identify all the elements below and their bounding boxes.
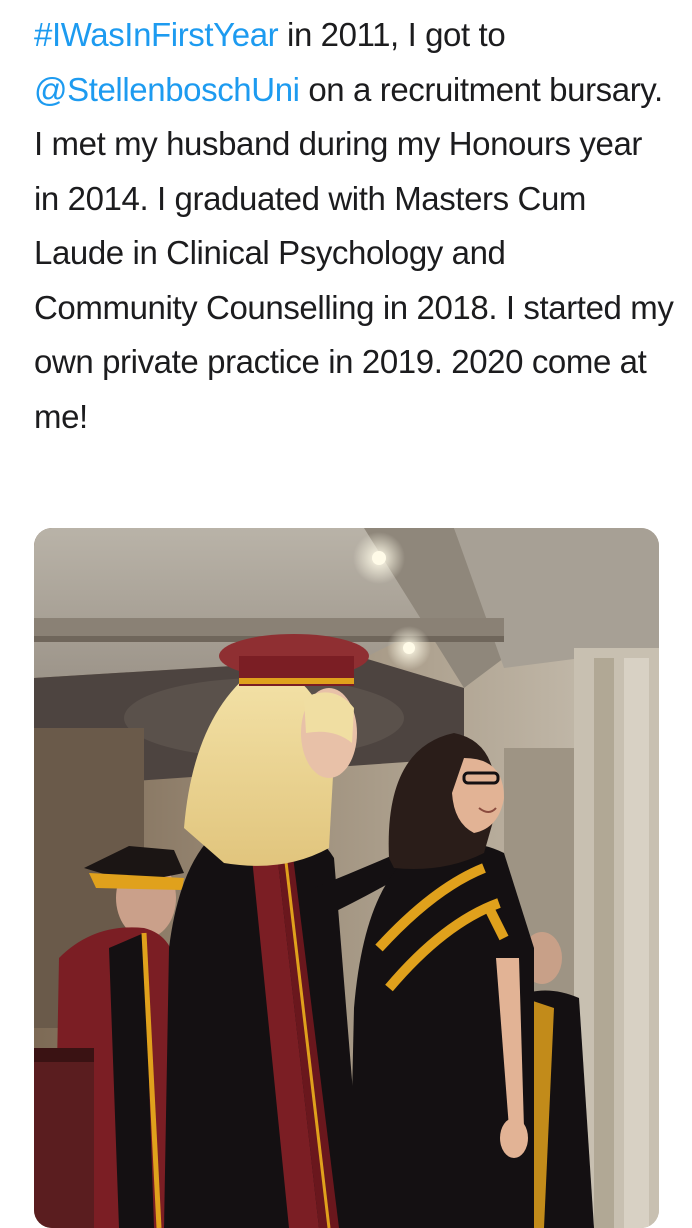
- tweet-text: #IWasInFirstYear in 2011, I got to @Stel…: [34, 8, 674, 444]
- tweet-photo[interactable]: [34, 528, 659, 1228]
- graduation-photo-illustration: [34, 528, 659, 1228]
- hashtag-link[interactable]: #IWasInFirstYear: [34, 16, 279, 53]
- mention-link[interactable]: @StellenboschUni: [34, 71, 300, 108]
- tweet-text-part-2: on a recruitment bursary. I met my husba…: [34, 70, 674, 435]
- tweet-text-part-1: in 2011, I got to: [278, 16, 506, 53]
